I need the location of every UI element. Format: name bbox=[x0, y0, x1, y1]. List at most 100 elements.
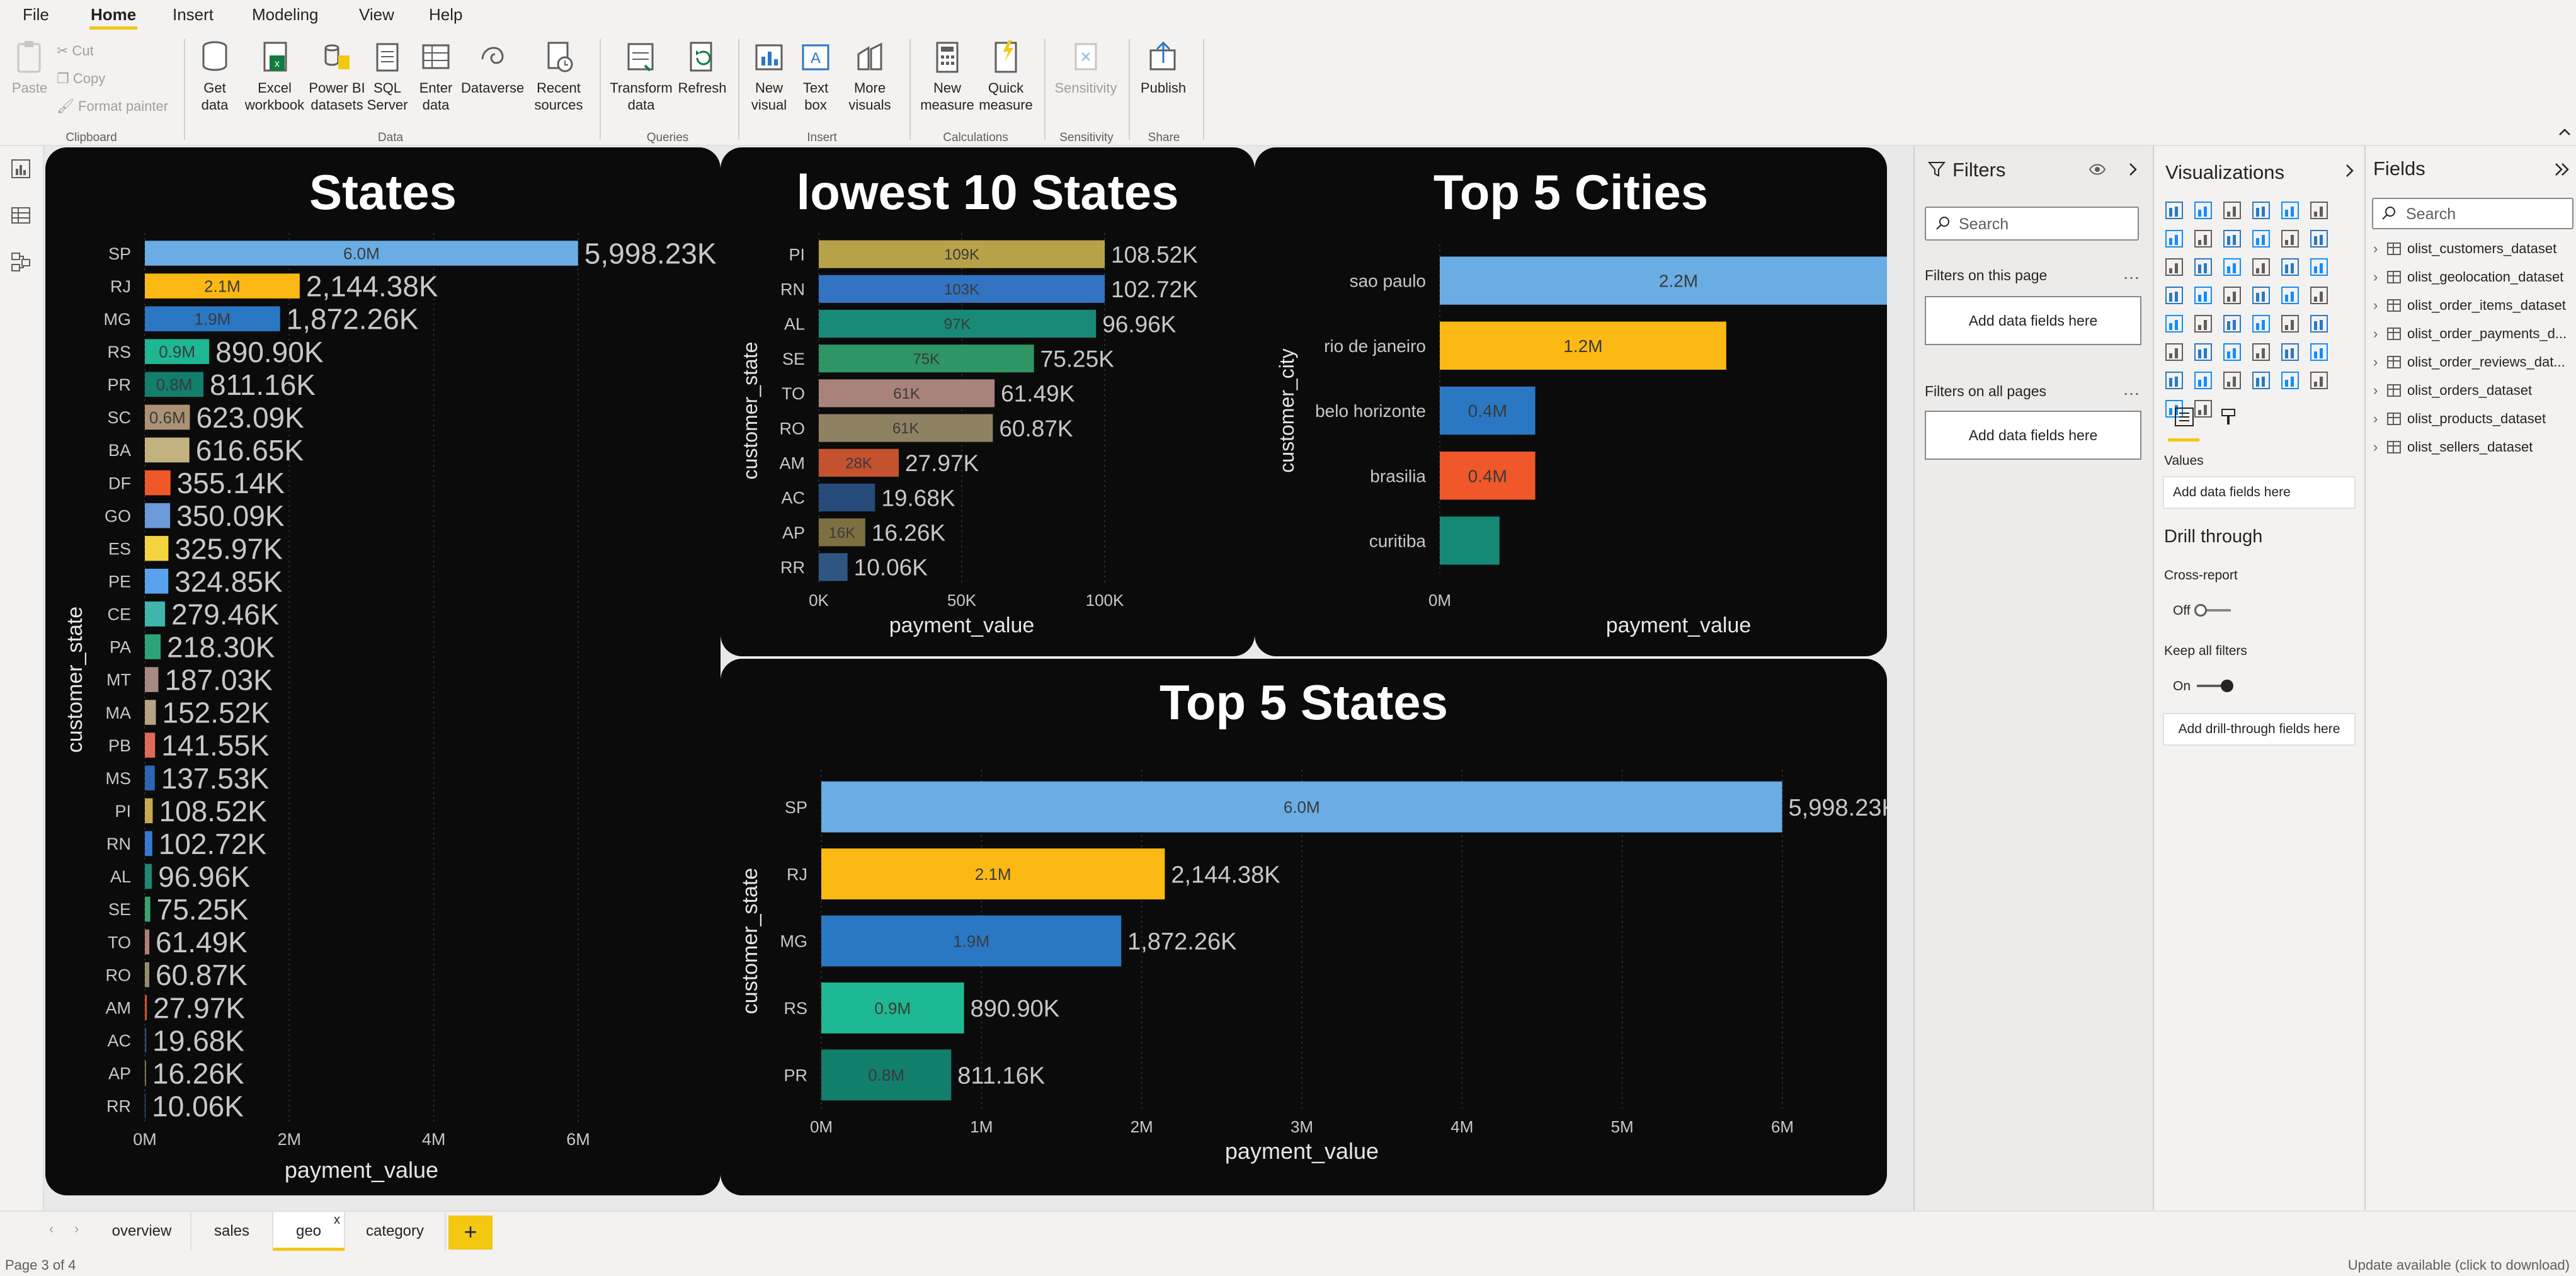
visual-type-icon[interactable] bbox=[2164, 229, 2184, 249]
quick-measure-button[interactable]: Quick measure bbox=[977, 38, 1034, 113]
menu-view[interactable]: View bbox=[359, 5, 394, 25]
visual-type-icon[interactable] bbox=[2222, 342, 2242, 362]
more-visuals-button[interactable]: More visuals bbox=[840, 38, 899, 113]
collapse-double-chevron-icon[interactable] bbox=[2553, 161, 2571, 178]
close-tab-icon[interactable]: x bbox=[334, 1200, 340, 1239]
visual-type-icon[interactable] bbox=[2251, 314, 2271, 334]
visual-type-icon[interactable] bbox=[2251, 257, 2271, 277]
field-table-5[interactable]: › olist_orders_dataset bbox=[2373, 382, 2532, 401]
visual-type-icon[interactable] bbox=[2280, 200, 2300, 220]
new-visual-button[interactable]: New visual bbox=[747, 38, 791, 113]
visual-type-icon[interactable] bbox=[2280, 314, 2300, 334]
model-view-icon[interactable] bbox=[9, 251, 32, 273]
field-table-7[interactable]: › olist_sellers_dataset bbox=[2373, 439, 2533, 458]
visual-top-5-cities[interactable]: Top 5 Cities 0M2Msao paulo2.2Mrio de jan… bbox=[1255, 147, 1887, 656]
menu-file[interactable]: File bbox=[23, 5, 49, 25]
visual-type-icon[interactable] bbox=[2193, 399, 2213, 419]
collapse-ribbon-icon[interactable] bbox=[2557, 126, 2572, 139]
visual-type-icon[interactable] bbox=[2193, 370, 2213, 390]
visual-type-icon[interactable] bbox=[2309, 370, 2329, 390]
add-page-button[interactable]: + bbox=[448, 1216, 493, 1250]
drill-through-well[interactable]: Add drill-through fields here bbox=[2163, 713, 2356, 746]
sensitivity-button[interactable]: Sensitivity bbox=[1052, 38, 1120, 96]
visual-type-icon[interactable] bbox=[2280, 285, 2300, 305]
chevron-right-icon[interactable] bbox=[2343, 162, 2356, 179]
field-table-6[interactable]: › olist_products_dataset bbox=[2373, 411, 2546, 430]
page-tab-geo[interactable]: geo x bbox=[273, 1212, 345, 1251]
field-table-1[interactable]: › olist_geolocation_dataset bbox=[2373, 269, 2563, 288]
visual-type-icon[interactable] bbox=[2309, 342, 2329, 362]
visual-top-5-states[interactable]: Top 5 States 0M 1M 2M 3M 4M 5M 6M SP 6.0M 5,998.2… bbox=[721, 659, 1887, 1195]
prev-page-icon[interactable]: ‹ bbox=[49, 1221, 54, 1237]
visual-type-icon[interactable] bbox=[2280, 257, 2300, 277]
visual-type-icon[interactable] bbox=[2251, 200, 2271, 220]
page-tab-overview[interactable]: overview bbox=[93, 1212, 191, 1251]
recent-sources-button[interactable]: Recent sources bbox=[529, 38, 588, 113]
field-table-0[interactable]: › olist_customers_dataset bbox=[2373, 241, 2556, 259]
more-options-icon[interactable]: … bbox=[2123, 379, 2140, 399]
chevron-right-icon[interactable]: › bbox=[2373, 439, 2385, 455]
more-options-icon[interactable]: … bbox=[2123, 263, 2140, 283]
next-page-icon[interactable]: › bbox=[74, 1221, 79, 1237]
visual-type-icon[interactable] bbox=[2280, 342, 2300, 362]
visual-type-icon[interactable] bbox=[2309, 314, 2329, 334]
visual-type-icon[interactable] bbox=[2193, 342, 2213, 362]
filters-page-well[interactable]: Add data fields here bbox=[1925, 296, 2141, 345]
paste-button[interactable]: Paste bbox=[9, 38, 50, 96]
visual-type-icon[interactable] bbox=[2164, 370, 2184, 390]
visual-type-icon[interactable] bbox=[2222, 285, 2242, 305]
field-table-4[interactable]: › olist_order_reviews_dat... bbox=[2373, 354, 2565, 373]
chevron-right-icon[interactable] bbox=[2126, 161, 2139, 178]
chevron-right-icon[interactable]: › bbox=[2373, 241, 2385, 257]
filters-search-input[interactable]: Search bbox=[1925, 207, 2139, 241]
visual-type-icon[interactable] bbox=[2280, 370, 2300, 390]
visual-type-icon[interactable] bbox=[2222, 370, 2242, 390]
filters-all-well[interactable]: Add data fields here bbox=[1925, 411, 2141, 460]
visual-type-icon[interactable] bbox=[2164, 200, 2184, 220]
visual-type-icon[interactable] bbox=[2193, 285, 2213, 305]
visual-type-icon[interactable] bbox=[2280, 229, 2300, 249]
report-view-icon[interactable] bbox=[9, 157, 32, 180]
visual-type-icon[interactable] bbox=[2222, 314, 2242, 334]
visual-type-icon[interactable] bbox=[2164, 257, 2184, 277]
visual-type-icon[interactable] bbox=[2222, 200, 2242, 220]
visual-type-icon[interactable] bbox=[2193, 314, 2213, 334]
visual-lowest-10-states[interactable]: lowest 10 States 0K 50K 100K PI 109K 108.52K R… bbox=[721, 147, 1255, 656]
cross-report-toggle[interactable] bbox=[2194, 604, 2231, 617]
page-tab-category[interactable]: category bbox=[345, 1212, 446, 1251]
keep-filters-toggle[interactable] bbox=[2197, 680, 2233, 692]
chevron-right-icon[interactable]: › bbox=[2373, 269, 2385, 285]
visual-type-icon[interactable] bbox=[2164, 285, 2184, 305]
visual-type-icon[interactable] bbox=[2193, 200, 2213, 220]
visual-type-icon[interactable] bbox=[2309, 257, 2329, 277]
field-table-2[interactable]: › olist_order_items_dataset bbox=[2373, 297, 2566, 316]
visual-type-icon[interactable] bbox=[2251, 370, 2271, 390]
visual-type-icon[interactable] bbox=[2164, 314, 2184, 334]
text-box-button[interactable]: A Text box bbox=[795, 38, 836, 113]
visual-type-icon[interactable] bbox=[2164, 342, 2184, 362]
chevron-right-icon[interactable]: › bbox=[2373, 326, 2385, 342]
update-available-link[interactable]: Update available (click to download) bbox=[2348, 1257, 2570, 1273]
sql-server-button[interactable]: SQL Server bbox=[367, 38, 408, 113]
visual-type-icon[interactable] bbox=[2193, 257, 2213, 277]
menu-home[interactable]: Home bbox=[91, 5, 136, 25]
field-table-3[interactable]: › olist_order_payments_d... bbox=[2373, 326, 2567, 345]
data-view-icon[interactable] bbox=[9, 204, 32, 227]
values-well[interactable]: Add data fields here bbox=[2163, 476, 2356, 509]
get-data-button[interactable]: Get data bbox=[193, 38, 237, 113]
copy-button[interactable]: ❐ Copy bbox=[57, 71, 105, 87]
cut-button[interactable]: ✂ Cut bbox=[57, 43, 94, 59]
visual-type-icon[interactable] bbox=[2251, 285, 2271, 305]
menu-help[interactable]: Help bbox=[429, 5, 462, 25]
fields-tab-icon[interactable] bbox=[2173, 406, 2196, 428]
visual-type-icon[interactable] bbox=[2251, 342, 2271, 362]
menu-insert[interactable]: Insert bbox=[173, 5, 214, 25]
chevron-right-icon[interactable]: › bbox=[2373, 382, 2385, 399]
visual-type-icon[interactable] bbox=[2222, 257, 2242, 277]
dataverse-button[interactable]: Dataverse bbox=[461, 38, 524, 96]
format-painter-button[interactable]: 🖌 Format painter bbox=[57, 98, 168, 115]
chevron-right-icon[interactable]: › bbox=[2373, 411, 2385, 427]
visual-type-icon[interactable] bbox=[2193, 229, 2213, 249]
excel-workbook-button[interactable]: x Excel workbook bbox=[242, 38, 307, 113]
new-measure-button[interactable]: New measure bbox=[918, 38, 976, 113]
